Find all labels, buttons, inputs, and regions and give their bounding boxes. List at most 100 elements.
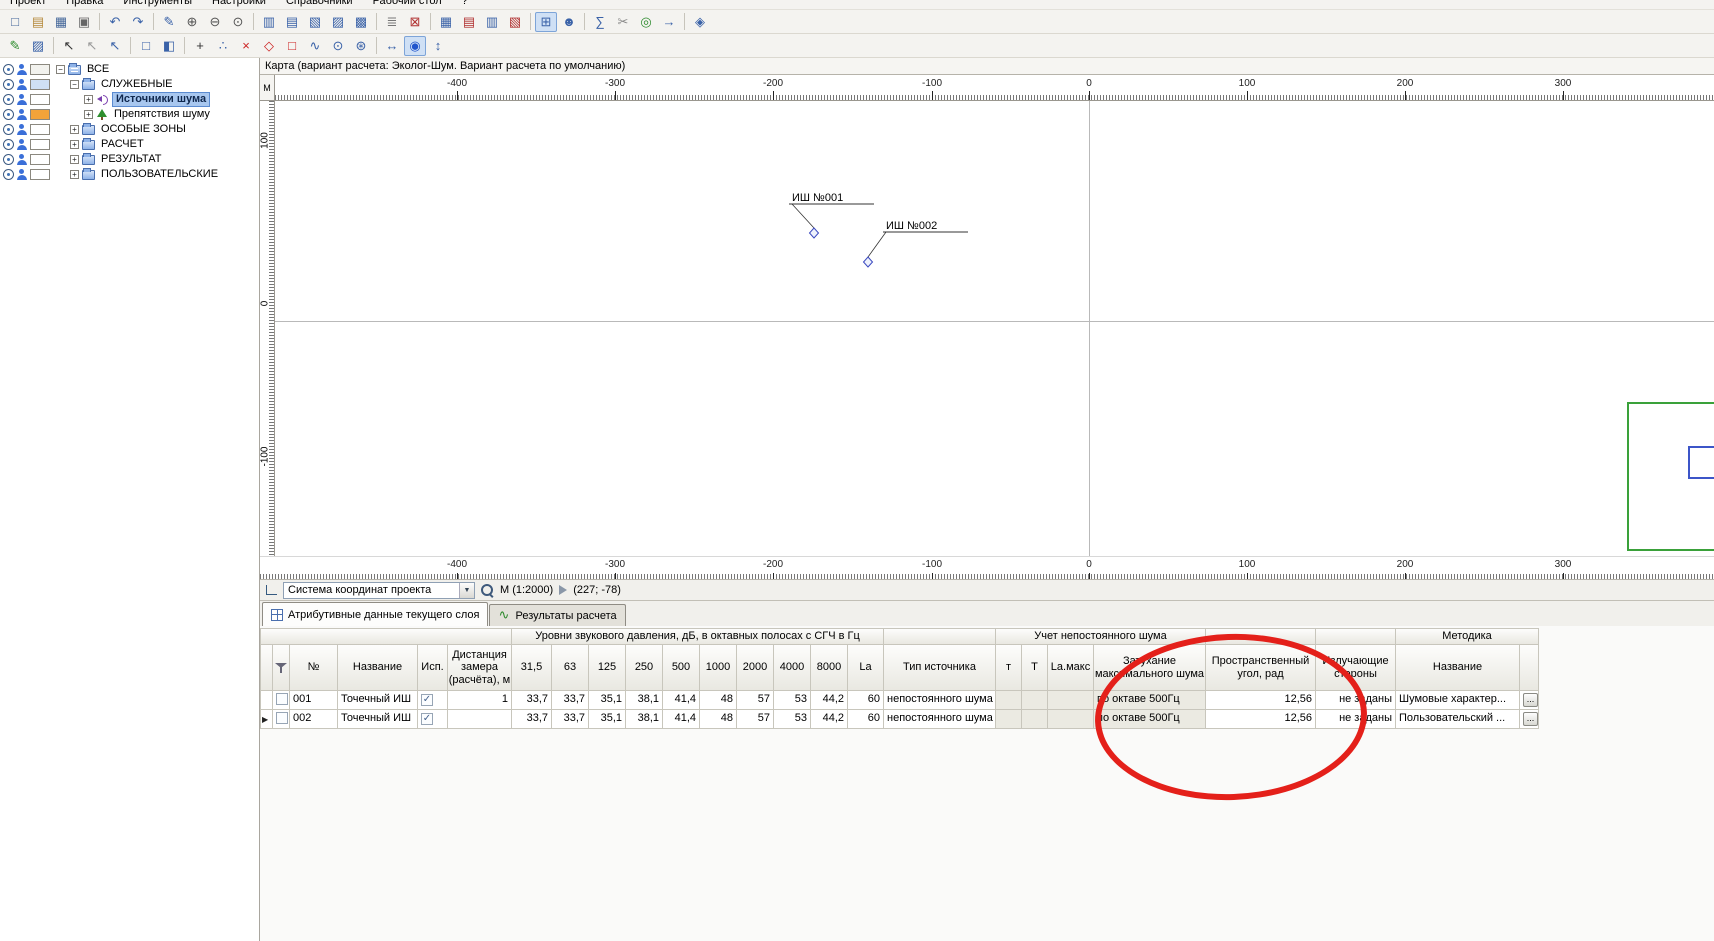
owner-icon[interactable] — [17, 109, 27, 120]
ellipsis-button[interactable]: ... — [1523, 712, 1538, 726]
undo-icon[interactable]: ↶ — [104, 12, 126, 32]
layer-color-swatch[interactable] — [30, 94, 50, 105]
site-outline[interactable] — [1627, 402, 1714, 551]
edit-vertices-icon[interactable]: ◇ — [258, 36, 280, 56]
fit-window-icon[interactable]: ◉ — [404, 36, 426, 56]
layer-color-swatch[interactable] — [30, 124, 50, 135]
table-row[interactable]: 001Точечный ИШ✓133,733,735,138,141,44857… — [261, 691, 1539, 710]
noise-source-marker[interactable]: ИШ №002 — [864, 220, 969, 267]
new-project-icon[interactable]: □ — [4, 12, 26, 32]
zoom-select-icon[interactable]: ⊙ — [227, 12, 249, 32]
layer-label[interactable]: Препятствия шуму — [111, 108, 213, 121]
ellipsis-button[interactable]: ... — [1523, 693, 1538, 707]
table-export-icon[interactable]: ▤ — [458, 12, 480, 32]
cursor-info-icon[interactable]: ↖ — [104, 36, 126, 56]
fit-width-icon[interactable]: ↔ — [381, 36, 403, 56]
layer-label[interactable]: РЕЗУЛЬТАТ — [98, 153, 164, 166]
legend-icon[interactable]: ▨ — [27, 36, 49, 56]
layer-color-swatch[interactable] — [30, 154, 50, 165]
layer-label[interactable]: РАСЧЕТ — [98, 138, 147, 151]
zoom-in-icon[interactable]: ⊕ — [181, 12, 203, 32]
layer-up-icon[interactable]: ▧ — [304, 12, 326, 32]
layer-color-swatch[interactable] — [30, 109, 50, 120]
noise-source-marker[interactable]: ИШ №001 — [789, 192, 874, 238]
layer-row[interactable]: +Препятствия шуму — [0, 107, 259, 122]
menu-item[interactable]: Настройки — [202, 0, 276, 9]
visibility-icon[interactable] — [3, 94, 14, 105]
cell-chk[interactable] — [273, 710, 290, 729]
select-rect-icon[interactable]: □ — [135, 36, 157, 56]
owner-icon[interactable] — [17, 154, 27, 165]
cell-btn[interactable]: ... — [1520, 691, 1539, 710]
owner-icon[interactable] — [17, 169, 27, 180]
cursor-icon[interactable]: ↖ — [58, 36, 80, 56]
cursor-node-icon[interactable]: ↖ — [81, 36, 103, 56]
visibility-icon[interactable] — [3, 154, 14, 165]
edit-mode-icon[interactable]: ✎ — [158, 12, 180, 32]
table-row[interactable]: ▶002Точечный ИШ✓33,733,735,138,141,44857… — [261, 710, 1539, 729]
checkbox[interactable]: ✓ — [421, 694, 433, 706]
cell-btn[interactable]: ... — [1520, 710, 1539, 729]
expand-toggle-icon[interactable]: + — [84, 95, 93, 104]
visibility-icon[interactable] — [3, 109, 14, 120]
layer-label[interactable]: ПОЛЬЗОВАТЕЛЬСКИЕ — [98, 168, 221, 181]
grid-icon[interactable]: ⊞ — [535, 12, 557, 32]
expand-toggle-icon[interactable]: + — [70, 125, 79, 134]
menu-item[interactable]: Справочники — [276, 0, 363, 9]
sources-mode-icon[interactable]: ☻ — [558, 12, 580, 32]
save-icon[interactable]: ▦ — [50, 12, 72, 32]
menu-item[interactable]: Проект — [0, 0, 56, 9]
export-icon[interactable]: → — [658, 12, 680, 32]
checkbox[interactable] — [276, 712, 288, 724]
coord-system-select[interactable]: Система координат проекта ▼ — [283, 582, 475, 599]
owner-icon[interactable] — [17, 64, 27, 75]
edit-contour-icon[interactable]: □ — [281, 36, 303, 56]
menu-item[interactable]: Правка — [56, 0, 113, 9]
filter-funnel-icon[interactable] — [275, 663, 287, 673]
layer-label[interactable]: СЛУЖЕБНЫЕ — [98, 78, 176, 91]
layer-row[interactable]: +ПОЛЬЗОВАТЕЛЬСКИЕ — [0, 167, 259, 182]
menu-item[interactable]: Рабочий стол — [363, 0, 452, 9]
visibility-icon[interactable] — [3, 79, 14, 90]
layer-row[interactable]: + РАСЧЕТ — [0, 137, 259, 152]
layer-row[interactable]: +РЕЗУЛЬТАТ — [0, 152, 259, 167]
map-canvas[interactable]: ИШ №001ИШ №002 — [275, 101, 1714, 556]
tab-results[interactable]: Результаты расчета — [489, 604, 625, 626]
copy-layer-icon[interactable]: ▥ — [258, 12, 280, 32]
owner-icon[interactable] — [17, 79, 27, 90]
expand-toggle-icon[interactable]: + — [70, 140, 79, 149]
delete-object-icon[interactable]: × — [235, 36, 257, 56]
move-icon[interactable]: + — [189, 36, 211, 56]
owner-icon[interactable] — [17, 94, 27, 105]
layer-color-swatch[interactable] — [30, 79, 50, 90]
layer-row[interactable]: + ОСОБЫЕ ЗОНЫ — [0, 122, 259, 137]
layer-color-swatch[interactable] — [30, 169, 50, 180]
checkbox[interactable] — [276, 693, 288, 705]
spline-icon[interactable]: ∿ — [304, 36, 326, 56]
visibility-icon[interactable] — [3, 139, 14, 150]
select-poly-icon[interactable]: ◧ — [158, 36, 180, 56]
cell-use[interactable]: ✓ — [418, 710, 448, 729]
layer-label[interactable]: ВСЕ — [84, 63, 112, 76]
table-import-icon[interactable]: ▥ — [481, 12, 503, 32]
snap-icon[interactable]: ∴ — [212, 36, 234, 56]
building-outline[interactable] — [1688, 446, 1714, 479]
table-copy-icon[interactable]: ▦ — [435, 12, 457, 32]
zoom-out-icon[interactable]: ⊖ — [204, 12, 226, 32]
layer-row[interactable]: − ВСЕ — [0, 62, 259, 77]
calc-icon[interactable]: ∑ — [589, 12, 611, 32]
expand-toggle-icon[interactable]: − — [56, 65, 65, 74]
scissors-icon[interactable]: ✂ — [612, 12, 634, 32]
help-panel-icon[interactable]: ◈ — [689, 12, 711, 32]
layer-down-icon[interactable]: ▨ — [327, 12, 349, 32]
expand-toggle-icon[interactable]: − — [70, 80, 79, 89]
layer-label[interactable]: ОСОБЫЕ ЗОНЫ — [98, 123, 189, 136]
table-sync-icon[interactable]: ▧ — [504, 12, 526, 32]
checkbox[interactable]: ✓ — [421, 713, 433, 725]
tab-attributes[interactable]: Атрибутивные данные текущего слоя — [262, 602, 488, 626]
owner-icon[interactable] — [17, 139, 27, 150]
menu-item[interactable]: ? — [452, 0, 478, 9]
circle-tool-icon[interactable]: ⊙ — [327, 36, 349, 56]
combo-dropdown-icon[interactable]: ▼ — [459, 583, 474, 598]
fit-height-icon[interactable]: ↕ — [427, 36, 449, 56]
